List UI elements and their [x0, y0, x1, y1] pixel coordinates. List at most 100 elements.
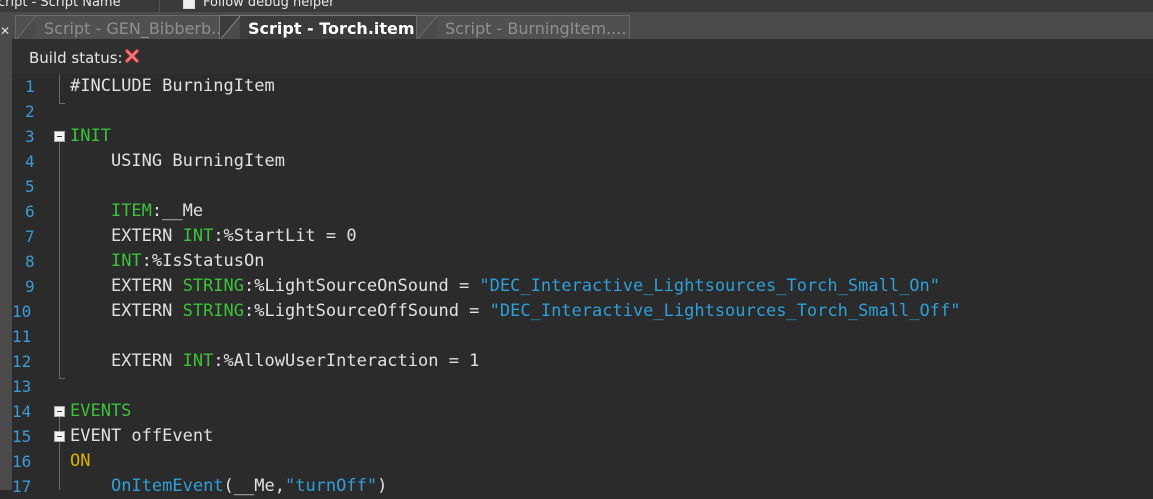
code-text: USING BurningItem	[70, 149, 285, 174]
code-text: ITEM:__Me	[70, 199, 203, 224]
code-line[interactable]: 17 OnItemEvent(__Me,"turnOff")	[12, 474, 1153, 499]
follow-debug-helper-label[interactable]: Follow debug helper	[203, 0, 334, 10]
code-line[interactable]: 4 USING BurningItem	[12, 149, 1153, 174]
line-number: 12	[12, 352, 32, 371]
left-panel-edge	[0, 39, 12, 490]
code-line[interactable]: 3 INIT	[12, 124, 1153, 149]
collapse-icon[interactable]	[54, 131, 65, 142]
line-number: 2	[25, 102, 35, 121]
code-token: (__Me,	[223, 476, 285, 496]
code-text: INT:%IsStatusOn	[70, 249, 265, 274]
line-number: 8	[25, 252, 35, 271]
line-number: 1	[25, 77, 35, 96]
line-number: 6	[25, 202, 35, 221]
tab-edge-icon	[16, 16, 36, 39]
code-text: EXTERN STRING:%LightSourceOffSound = "DE…	[70, 299, 961, 324]
code-line[interactable]: 9 EXTERN STRING:%LightSourceOnSound = "D…	[12, 274, 1153, 299]
build-status-bar: Build status:	[12, 39, 1153, 74]
tab-edge-icon	[220, 16, 240, 39]
code-text: EVENT offEvent	[70, 424, 213, 449]
code-line[interactable]: 8 INT:%IsStatusOn	[12, 249, 1153, 274]
code-token: "DEC_Interactive_Lightsources_Torch_Smal…	[479, 276, 940, 296]
line-number: 17	[12, 477, 32, 496]
code-token: "turnOff"	[284, 476, 378, 496]
code-token: INT	[110, 251, 142, 271]
code-text: OnItemEvent(__Me,"turnOff")	[70, 474, 387, 499]
tab-label: Script - GEN_Bibberb...	[44, 19, 227, 38]
line-number: 9	[25, 277, 35, 296]
tab-gen-bibberb[interactable]: Script - GEN_Bibberb...	[15, 15, 229, 39]
code-token: #INCLUDE BurningItem	[70, 76, 275, 96]
tab-edge-icon	[417, 16, 437, 39]
code-token: INT	[182, 351, 214, 371]
code-line[interactable]: 2	[12, 99, 1153, 124]
code-line[interactable]: 13	[12, 374, 1153, 399]
line-number: 14	[12, 402, 32, 421]
collapse-icon[interactable]	[54, 406, 65, 417]
tab-torch-item[interactable]: Script - Torch.item...	[219, 15, 431, 39]
code-text: EXTERN INT:%AllowUserInteraction = 1	[70, 349, 479, 374]
code-line[interactable]: 16 ON	[12, 449, 1153, 474]
script-name-label[interactable]: cript - Script Name	[0, 0, 121, 10]
code-text: EXTERN STRING:%LightSourceOnSound = "DEC…	[70, 274, 940, 299]
line-number: 3	[25, 127, 35, 146]
line-number: 10	[12, 302, 32, 321]
line-number: 16	[12, 452, 32, 471]
code-token: STRING	[182, 301, 245, 321]
code-token: :%AllowUserInteraction = 1	[213, 351, 480, 371]
code-text: #INCLUDE BurningItem	[70, 74, 275, 99]
line-number: 5	[25, 177, 35, 196]
code-token: ITEM	[110, 201, 152, 221]
code-text: ON	[70, 449, 90, 474]
code-token: ON	[70, 451, 91, 471]
code-line[interactable]: 7 EXTERN INT:%StartLit = 0	[12, 224, 1153, 249]
code-token: EXTERN	[70, 276, 183, 296]
code-token: "DEC_Interactive_Lightsources_Torch_Smal…	[489, 301, 961, 321]
error-x-icon	[125, 49, 139, 63]
collapse-icon[interactable]	[54, 431, 65, 442]
code-token: OnItemEvent	[110, 476, 224, 496]
code-text: INIT	[70, 124, 111, 149]
code-token: INIT	[70, 126, 111, 146]
code-token: EXTERN	[70, 351, 183, 371]
tab-label: Script - BurningItem....	[445, 19, 627, 38]
line-number: 11	[12, 327, 32, 346]
code-token: :__Me	[151, 201, 204, 221]
tab-burning-item[interactable]: Script - BurningItem....	[416, 15, 630, 39]
line-number: 7	[25, 227, 35, 246]
close-icon[interactable]: ✕	[0, 25, 10, 39]
code-text: EVENTS	[70, 399, 131, 424]
line-number: 4	[25, 152, 35, 171]
code-line[interactable]: 15 EVENT offEvent	[12, 424, 1153, 449]
toolbar-divider	[159, 0, 160, 12]
code-token: :%IsStatusOn	[141, 251, 265, 271]
build-status-label: Build status:	[29, 49, 123, 67]
top-toolbar: cript - Script Name Follow debug helper	[0, 0, 1153, 12]
code-editor[interactable]: 1 #INCLUDE BurningItem 2 3 INIT 4 USING Burni…	[12, 74, 1153, 496]
code-token: EXTERN	[70, 226, 183, 246]
code-line[interactable]: 6 ITEM:__Me	[12, 199, 1153, 224]
code-token: )	[377, 476, 388, 496]
code-token: :%LightSourceOffSound =	[244, 301, 490, 321]
code-token: :%StartLit = 0	[213, 226, 357, 246]
code-line[interactable]: 14 EVENTS	[12, 399, 1153, 424]
code-line[interactable]: 5	[12, 174, 1153, 199]
code-token: USING BurningItem	[70, 151, 285, 171]
checkbox-icon[interactable]	[183, 0, 195, 9]
code-token: INT	[182, 226, 214, 246]
code-token: :%LightSourceOnSound =	[244, 276, 480, 296]
code-line[interactable]: 12 EXTERN INT:%AllowUserInteraction = 1	[12, 349, 1153, 374]
code-token: STRING	[182, 276, 245, 296]
code-line[interactable]: 1 #INCLUDE BurningItem	[12, 74, 1153, 99]
code-line[interactable]: 11	[12, 324, 1153, 349]
code-line[interactable]: 10 EXTERN STRING:%LightSourceOffSound = …	[12, 299, 1153, 324]
line-number: 13	[12, 377, 32, 396]
code-text: EXTERN INT:%StartLit = 0	[70, 224, 357, 249]
code-token: EVENTS	[70, 401, 132, 421]
code-token: EVENT offEvent	[70, 426, 214, 446]
line-number: 15	[12, 427, 32, 446]
code-token: EXTERN	[70, 301, 183, 321]
